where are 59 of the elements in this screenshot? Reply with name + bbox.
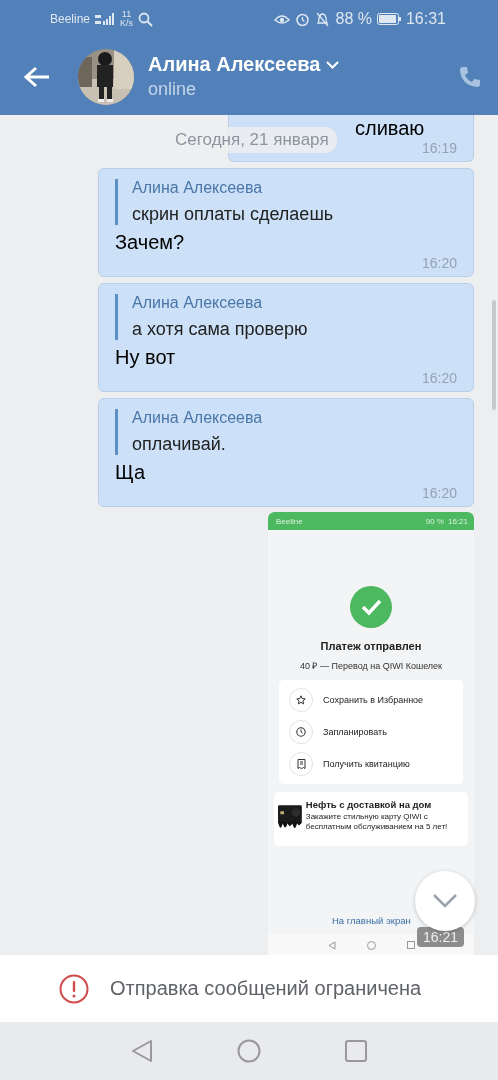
promo-title: Нефть с доставкой на дом	[305, 799, 433, 810]
quote-author: Алина Алексеева	[132, 409, 264, 427]
phone-icon[interactable]	[458, 64, 482, 89]
restriction-notice: Отправка сообщений ограничена	[110, 977, 422, 1000]
quote-author: Алина Алексеева	[132, 294, 264, 312]
check-circle-icon	[350, 586, 392, 628]
star-icon	[296, 695, 306, 705]
scrollbar[interactable]	[492, 300, 496, 410]
message-text: Зачем?	[115, 231, 186, 254]
recents-icon[interactable]	[345, 1040, 367, 1062]
quote-text: а хотя сама проверю	[132, 319, 309, 340]
message-time: 16:20	[421, 370, 457, 386]
promo-card[interactable]: Нефть с доставкой на дом Закажите стильную карту QIWI с бесплатным обслуживанием на 5 лет!	[274, 792, 468, 846]
chevron-down-icon	[433, 894, 457, 908]
muted-bell-icon	[315, 11, 331, 27]
chevron-down-icon[interactable]	[326, 60, 340, 69]
clock-icon	[296, 727, 306, 737]
recents-icon	[406, 941, 415, 949]
online-status: online	[148, 79, 198, 100]
action-label[interactable]: Получить квитанцию	[323, 759, 410, 769]
home-icon	[366, 940, 376, 950]
eye-icon	[274, 13, 291, 25]
message-text: Ща	[115, 461, 147, 484]
speed-unit: K/s	[120, 19, 134, 28]
home-screen-link[interactable]: На главный экран	[332, 915, 411, 926]
battery-percent: 90 %	[425, 516, 444, 526]
receipt-icon	[296, 759, 306, 769]
message-bubble[interactable]: Алина Алексеева оплачивай. Ща 16:20	[98, 398, 474, 507]
back-arrow-icon[interactable]	[24, 65, 50, 88]
carrier-name: Beeline	[50, 12, 91, 26]
warning-icon	[59, 973, 89, 1004]
back-icon[interactable]	[131, 1039, 153, 1063]
quote-text: скрин оплаты сделаешь	[132, 204, 335, 225]
message-time: 16:20	[421, 485, 457, 501]
battery-icon	[376, 13, 401, 25]
clock-time: 16:31	[405, 10, 446, 28]
alarm-icon	[295, 11, 311, 27]
signal-icon	[95, 13, 116, 25]
battery-percent: 88 %	[335, 10, 372, 28]
speed-value: 11	[121, 10, 132, 19]
payment-subtitle: 40 ₽ — Перевод на QIWI Кошелек	[299, 660, 443, 672]
action-label[interactable]: Запланировать	[323, 727, 387, 737]
action-label[interactable]: Сохранить в Избранное	[323, 695, 424, 705]
quote-text: оплачивай.	[132, 434, 227, 455]
message-time: 16:19	[421, 140, 457, 156]
message-time: 16:20	[421, 255, 457, 271]
payment-title: Платеж отправлен	[320, 640, 422, 652]
screenshot-image[interactable]	[268, 512, 474, 955]
clock-time: 16:21	[447, 516, 468, 526]
message-bubble[interactable]: Алина Алексеева а хотя сама проверю Ну вот 16:20	[98, 283, 474, 392]
contact-name[interactable]: Алина Алексеева	[148, 53, 321, 76]
back-icon	[327, 940, 336, 950]
carrier-name: Beeline	[276, 516, 303, 526]
search-icon	[138, 11, 154, 27]
home-icon[interactable]	[237, 1039, 261, 1063]
message-text: Ну вот	[115, 346, 177, 369]
quote-author: Алина Алексеева	[132, 179, 264, 197]
promo-text: Закажите стильную карту QIWI с бесплатным обслуживанием на 5 лет!	[305, 812, 449, 832]
message-bubble[interactable]: Алина Алексеева скрин оплаты сделаешь Зачем? 16:20	[98, 168, 474, 277]
